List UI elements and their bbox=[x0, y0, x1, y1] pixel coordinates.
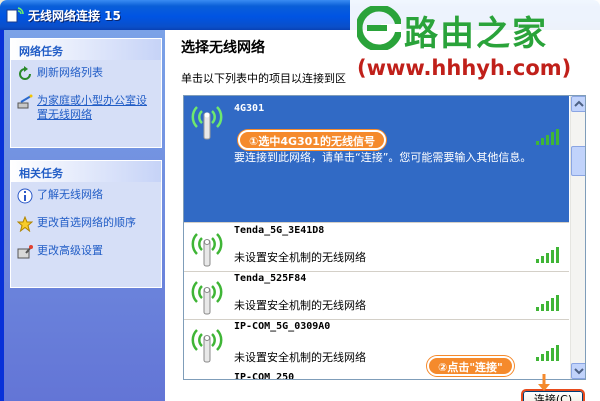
setup-home-network-link[interactable]: 为家庭或小型办公室设置无线网络 bbox=[15, 94, 157, 122]
page-title: 选择无线网络 bbox=[181, 40, 265, 56]
network-tasks-box: 网络任务 刷新网络列表 为家庭或小型办公室设置无线网络 bbox=[10, 38, 162, 148]
scroll-down-button[interactable] bbox=[571, 363, 585, 379]
connect-button[interactable]: 连接(C) bbox=[521, 389, 585, 401]
signal-strength-icon bbox=[536, 345, 559, 361]
scroll-up-button[interactable] bbox=[571, 96, 585, 112]
network-item-tenda-5g[interactable]: Tenda_5G_3E41D8 未设置安全机制的无线网络 bbox=[184, 224, 569, 270]
wireless-signal-icon bbox=[191, 233, 223, 267]
watermark-name: 路由之家 bbox=[404, 14, 548, 54]
settings-icon bbox=[17, 245, 33, 259]
scroll-thumb[interactable] bbox=[571, 146, 585, 176]
signal-strength-icon bbox=[536, 295, 559, 311]
refresh-network-list-link[interactable]: 刷新网络列表 bbox=[15, 66, 157, 82]
watermark-url: (www.hhhyh.com) bbox=[357, 56, 572, 80]
network-tasks-header: 网络任务 bbox=[11, 39, 161, 60]
network-security: 未设置安全机制的无线网络 bbox=[234, 351, 366, 364]
network-security: 未设置安全机制的无线网络 bbox=[234, 251, 366, 264]
chevron-down-icon bbox=[574, 368, 584, 375]
step2-annotation: ②点击"连接" bbox=[427, 356, 514, 376]
network-item-ip-com-250[interactable]: IP-COM_250 bbox=[184, 372, 569, 380]
wireless-signal-icon bbox=[191, 281, 223, 315]
related-tasks-box: 相关任务 了解无线网络 更改首选网络的顺序 更改高级设置 bbox=[10, 160, 162, 288]
signal-strength-icon bbox=[536, 247, 559, 263]
signal-strength-icon bbox=[536, 129, 559, 145]
change-advanced-settings-link[interactable]: 更改高级设置 bbox=[15, 244, 157, 260]
learn-wireless-link[interactable]: 了解无线网络 bbox=[15, 188, 157, 204]
network-ssid: Tenda_525F84 bbox=[234, 273, 307, 284]
network-ssid: IP-COM_5G_0309A0 bbox=[234, 321, 331, 332]
wireless-signal-icon bbox=[191, 106, 223, 140]
network-ssid: Tenda_5G_3E41D8 bbox=[234, 225, 325, 236]
related-tasks-header: 相关任务 bbox=[11, 161, 161, 182]
window-title: 无线网络连接 15 bbox=[28, 9, 121, 23]
list-separator bbox=[184, 222, 569, 223]
step1-annotation: ①选中4G301的无线信号 bbox=[238, 130, 386, 150]
arrow-down-icon bbox=[538, 374, 550, 391]
change-preferred-order-link[interactable]: 更改首选网络的顺序 bbox=[15, 216, 157, 232]
network-item-4g301[interactable]: 4G301 要连接到此网络，请单击“连接”。您可能需要输入其他信息。 bbox=[184, 96, 569, 222]
info-icon bbox=[17, 188, 33, 204]
brand-logo bbox=[357, 6, 401, 50]
network-ssid: IP-COM_250 bbox=[234, 372, 295, 380]
network-ssid: 4G301 bbox=[234, 103, 265, 114]
instructions-text: 单击以下列表中的项目以连接到区 bbox=[181, 72, 346, 85]
refresh-icon bbox=[19, 66, 31, 80]
task-pane: 网络任务 刷新网络列表 为家庭或小型办公室设置无线网络 相关任务 了解无线网络 … bbox=[4, 30, 165, 401]
network-description: 要连接到此网络，请单击“连接”。您可能需要输入其他信息。 bbox=[234, 151, 532, 164]
wireless-signal-icon bbox=[191, 329, 223, 363]
network-item-tenda-525f84[interactable]: Tenda_525F84 未设置安全机制的无线网络 bbox=[184, 272, 569, 318]
wireless-network-icon bbox=[6, 7, 24, 23]
wizard-icon bbox=[17, 94, 33, 109]
chevron-up-icon bbox=[574, 100, 584, 107]
list-scrollbar[interactable] bbox=[570, 96, 585, 379]
network-security: 未设置安全机制的无线网络 bbox=[234, 299, 366, 312]
star-icon bbox=[17, 216, 33, 232]
